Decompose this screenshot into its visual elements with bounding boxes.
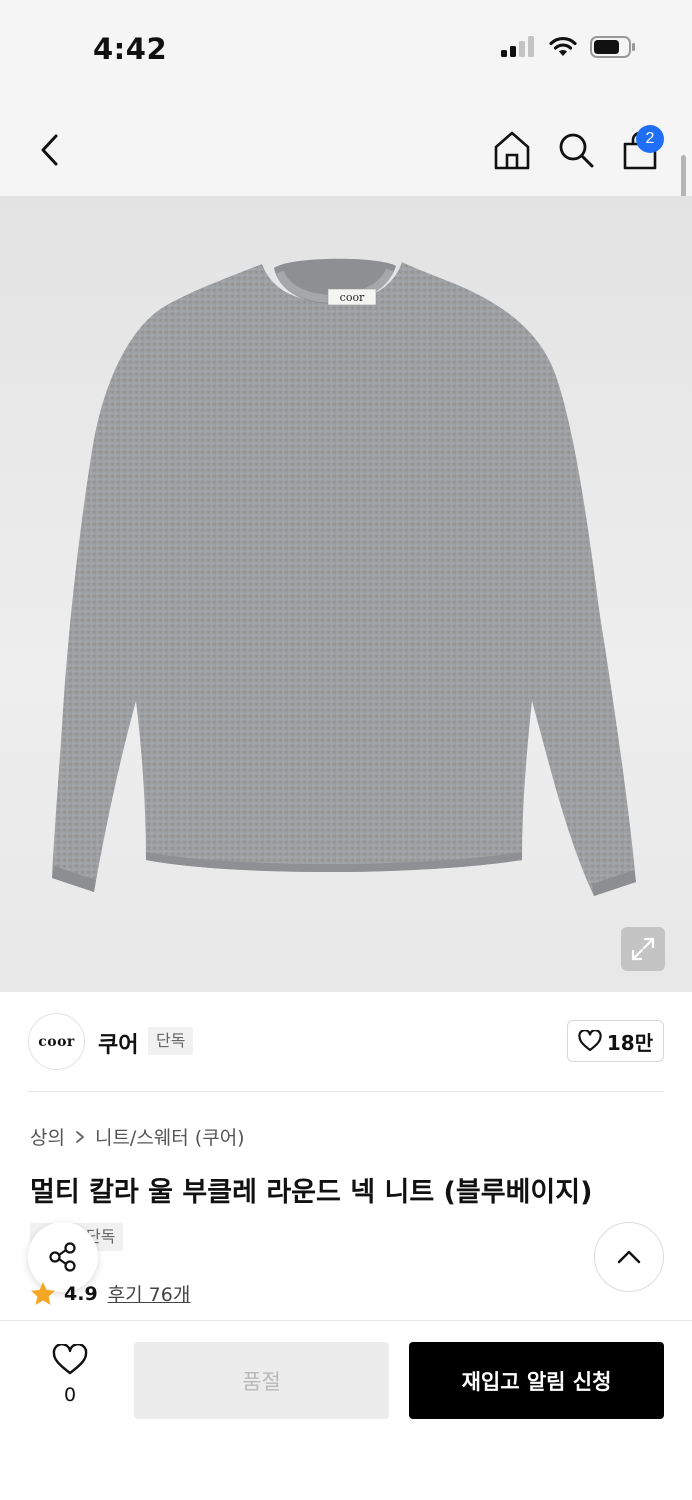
breadcrumb: 상의 니트/스웨터 (쿠어) [30,1123,245,1150]
cart-count-badge: 2 [636,125,664,153]
chevron-right-icon [76,1130,84,1143]
breadcrumb-item-category[interactable]: 니트/스웨터 (쿠어) [95,1123,245,1150]
product-title: 멀티 칼라 울 부클레 라운드 넥 니트 (블루베이지) [30,1177,593,1208]
status-bar: 4:42 [0,0,692,100]
brand-like-button[interactable]: 18만 [567,1020,664,1062]
restock-alert-button[interactable]: 재입고 알림 신청 [409,1342,664,1419]
brand-name[interactable]: 쿠어 [98,1027,138,1059]
divider [28,1091,664,1092]
nav-bar [0,100,692,196]
reviews-link[interactable]: 후기 76개 [108,1280,191,1307]
share-icon [49,1242,76,1272]
scroll-to-top-button[interactable] [594,1222,664,1292]
brand-row: coor 쿠어 단독 18만 [28,1013,664,1071]
product-image[interactable]: coor [0,196,692,992]
wifi-icon [549,36,577,56]
wishlist-count: 0 [63,1384,77,1406]
status-icons [500,36,636,58]
sold-out-button: 품절 [134,1342,389,1419]
back-arrow-icon[interactable] [30,128,70,172]
sweater-illustration: coor [52,258,636,896]
battery-icon [590,36,635,58]
status-time: 4:42 [93,32,168,66]
sweater-label-text: coor [340,291,365,304]
brand-like-count: 18만 [606,1030,654,1055]
breadcrumb-item-top[interactable]: 상의 [30,1123,65,1150]
brand-logo[interactable]: coor [28,1013,85,1070]
rating-score: 4.9 [64,1282,98,1305]
brand-exclusive-tag: 단독 [148,1027,194,1055]
search-icon[interactable] [555,128,597,172]
home-icon[interactable] [491,128,533,172]
wishlist-button[interactable]: 0 [40,1344,100,1414]
heart-icon [578,1030,602,1052]
cellular-signal-icon [501,36,534,57]
heart-icon [52,1344,88,1375]
rating-row: 4.9 후기 76개 [30,1280,190,1307]
expand-icon [631,937,655,961]
expand-image-button[interactable] [621,927,665,971]
star-icon [31,1282,55,1305]
chevron-up-icon [617,1250,641,1264]
